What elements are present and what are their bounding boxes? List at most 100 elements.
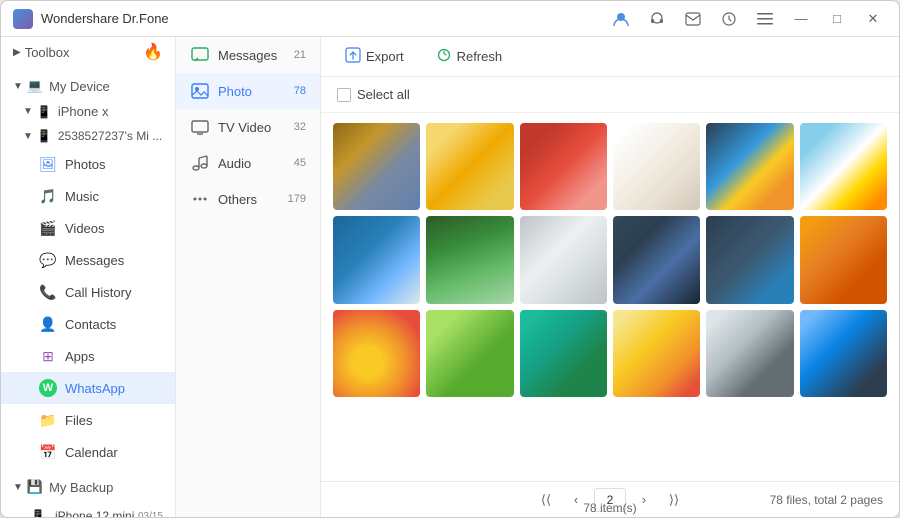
backup-icon: 💾: [27, 479, 43, 495]
select-all-checkbox[interactable]: [337, 88, 351, 102]
files-label: Files: [65, 413, 163, 428]
photo-item-2[interactable]: [426, 123, 513, 210]
sidebar-my-device[interactable]: ▼ 💻 My Device: [1, 73, 175, 99]
photo-item-12[interactable]: [800, 216, 887, 303]
my-backup-arrow: ▼: [13, 482, 23, 493]
mi-icon: 📱: [37, 129, 52, 143]
my-backup-label: My Backup: [49, 480, 113, 495]
videos-label: Videos: [65, 221, 163, 236]
photos-label: Photos: [65, 157, 163, 172]
sidebar-item-apps[interactable]: ⊞ Apps: [1, 340, 175, 372]
main-content: ▶ Toolbox 🔥 ▼ 💻 My Device ▼ 📱 iPhone x ▼…: [1, 37, 899, 517]
sidebar-mi-device[interactable]: ▼ 📱 2538527237's Mi ...: [1, 124, 175, 148]
refresh-label: Refresh: [457, 49, 503, 64]
panel-messages-icon: [190, 45, 210, 65]
photo-item-5[interactable]: [706, 123, 793, 210]
panel-messages-count: 21: [294, 49, 306, 61]
panel-others-icon: [190, 189, 210, 209]
export-icon: [345, 47, 361, 66]
photo-item-14[interactable]: [426, 310, 513, 397]
content-area: Export Refresh Select all: [321, 37, 899, 517]
select-all-bar: Select all: [321, 77, 899, 113]
contacts-label: Contacts: [65, 317, 163, 332]
photo-grid: [321, 113, 899, 481]
photo-item-1[interactable]: [333, 123, 420, 210]
headset-icon[interactable]: [643, 5, 671, 33]
photo-item-15[interactable]: [520, 310, 607, 397]
mail-icon[interactable]: [679, 5, 707, 33]
sidebar-item-calendar[interactable]: 📅 Calendar: [1, 436, 175, 468]
refresh-icon: [436, 47, 452, 66]
panel-item-tv-video[interactable]: TV Video 32: [176, 109, 320, 145]
media-panel: Messages 21 Photo 78 TV Video 32: [176, 37, 321, 517]
sidebar-item-files[interactable]: 📁 Files: [1, 404, 175, 436]
contacts-icon: 👤: [39, 315, 57, 333]
panel-audio-count: 45: [294, 157, 306, 169]
minimize-button[interactable]: —: [787, 5, 815, 33]
iphone12mini-label: iPhone 12 mini: [55, 509, 138, 517]
panel-photo-count: 78: [294, 85, 306, 97]
iphone12mini-date: 03/15: [138, 511, 163, 518]
photo-item-17[interactable]: [706, 310, 793, 397]
photo-item-7[interactable]: [333, 216, 420, 303]
select-all-label: Select all: [357, 87, 410, 102]
panel-item-photo[interactable]: Photo 78: [176, 73, 320, 109]
photo-item-10[interactable]: [613, 216, 700, 303]
sidebar-item-videos[interactable]: 🎬 Videos: [1, 212, 175, 244]
photo-item-6[interactable]: [800, 123, 887, 210]
panel-tv-count: 32: [294, 121, 306, 133]
panel-tv-label: TV Video: [218, 120, 290, 135]
calendar-label: Calendar: [65, 445, 163, 460]
flame-icon: 🔥: [143, 42, 163, 62]
history-icon[interactable]: [715, 5, 743, 33]
user-icon[interactable]: [607, 5, 635, 33]
photo-item-3[interactable]: [520, 123, 607, 210]
sidebar-my-backup[interactable]: ▼ 💾 My Backup: [1, 474, 175, 500]
select-all-checkbox-label[interactable]: Select all: [337, 87, 410, 102]
first-page-button[interactable]: ⟨⟨: [534, 488, 558, 512]
sidebar-item-contacts[interactable]: 👤 Contacts: [1, 308, 175, 340]
call-icon: 📞: [39, 283, 57, 301]
menu-icon[interactable]: [751, 5, 779, 33]
sidebar-item-photos[interactable]: 🖼 Photos: [1, 148, 175, 180]
sidebar-iphone-x[interactable]: ▼ 📱 iPhone x: [1, 99, 175, 124]
toolbox-label: Toolbox: [25, 45, 70, 60]
my-device-label: My Device: [49, 79, 110, 94]
export-label: Export: [366, 49, 404, 64]
sidebar-item-music[interactable]: 🎵 Music: [1, 180, 175, 212]
apps-icon: ⊞: [39, 347, 57, 365]
content-footer: ⟨⟨ ‹ 2 › ⟩⟩ 78 files, total 2 pages 78 i…: [321, 481, 899, 517]
sidebar-item-iphone12mini[interactable]: 📱 iPhone 12 mini 03/15: [1, 500, 175, 517]
item-count: 78 item(s): [583, 501, 636, 515]
photo-item-13[interactable]: [333, 310, 420, 397]
export-button[interactable]: Export: [337, 43, 412, 70]
maximize-button[interactable]: □: [823, 5, 851, 33]
mi-label: 2538527237's Mi ...: [58, 129, 162, 143]
photo-item-18[interactable]: [800, 310, 887, 397]
panel-audio-icon: [190, 153, 210, 173]
photo-item-9[interactable]: [520, 216, 607, 303]
sidebar-item-whatsapp[interactable]: W WhatsApp: [1, 372, 175, 404]
photo-item-4[interactable]: [613, 123, 700, 210]
panel-item-others[interactable]: Others 179: [176, 181, 320, 217]
photo-item-8[interactable]: [426, 216, 513, 303]
device-icon: 💻: [27, 78, 43, 94]
sidebar-item-call-history[interactable]: 📞 Call History: [1, 276, 175, 308]
app-title: Wondershare Dr.Fone: [41, 11, 607, 26]
whatsapp-label: WhatsApp: [65, 381, 163, 396]
sidebar-item-messages[interactable]: 💬 Messages: [1, 244, 175, 276]
close-button[interactable]: ✕: [859, 5, 887, 33]
sidebar-toolbox[interactable]: ▶ Toolbox 🔥: [1, 37, 175, 67]
panel-messages-label: Messages: [218, 48, 290, 63]
panel-item-audio[interactable]: Audio 45: [176, 145, 320, 181]
app-logo: [13, 9, 33, 29]
refresh-button[interactable]: Refresh: [428, 43, 511, 70]
photo-item-11[interactable]: [706, 216, 793, 303]
iphonex-label: iPhone x: [58, 104, 109, 119]
photo-item-16[interactable]: [613, 310, 700, 397]
app-window: Wondershare Dr.Fone: [0, 0, 900, 518]
panel-others-label: Others: [218, 192, 284, 207]
last-page-button[interactable]: ⟩⟩: [662, 488, 686, 512]
panel-photo-icon: [190, 81, 210, 101]
panel-item-messages[interactable]: Messages 21: [176, 37, 320, 73]
